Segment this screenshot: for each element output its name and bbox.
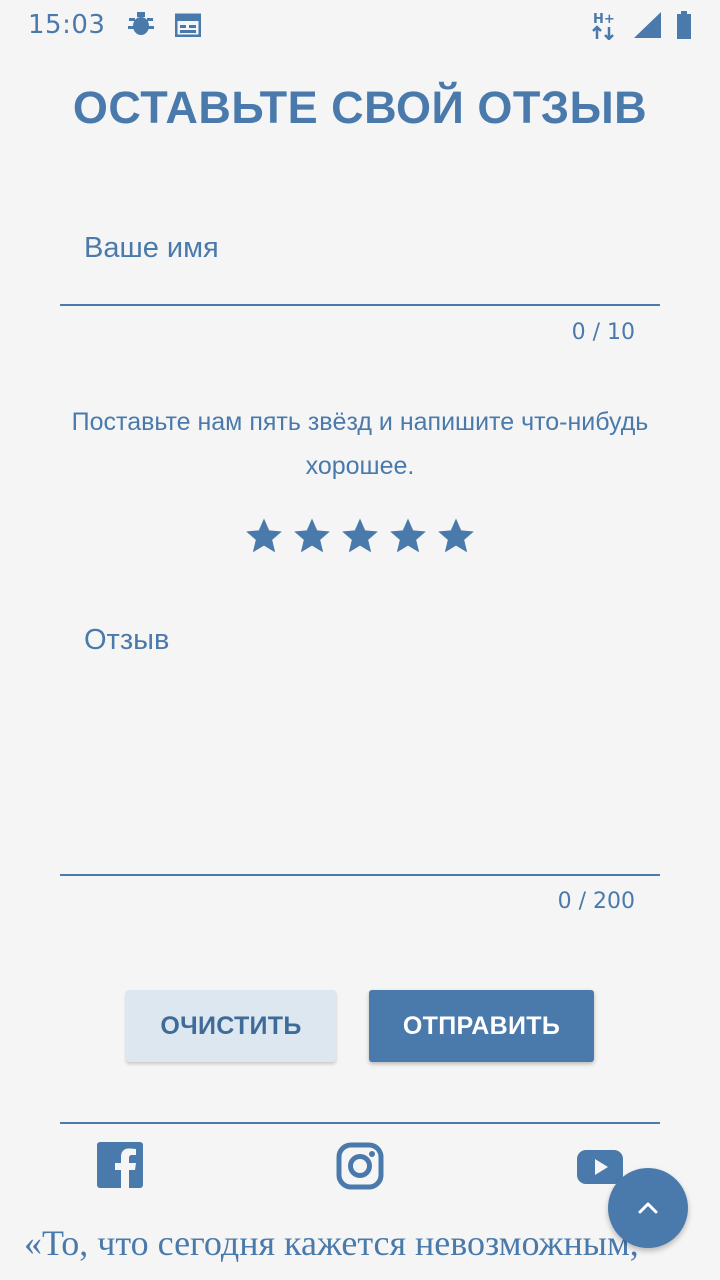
name-char-counter: 0 / 10	[571, 320, 635, 345]
facebook-icon[interactable]	[97, 1142, 143, 1188]
page-title: ОСТАВЬТЕ СВОЙ ОТЗЫВ	[72, 82, 648, 133]
star-icon[interactable]	[244, 516, 284, 556]
bug-icon	[127, 12, 155, 38]
chevron-up-icon	[636, 1200, 660, 1216]
svg-text:H+: H+	[593, 12, 615, 27]
name-field-label: Ваше имя	[84, 232, 219, 264]
review-char-counter: 0 / 200	[557, 889, 635, 914]
calendar-icon	[175, 13, 202, 37]
star-icon[interactable]	[436, 516, 476, 556]
status-bar: 15:03 H+	[0, 0, 720, 50]
quote-text: «То, что сегодня кажется невозможным,	[24, 1223, 639, 1263]
scroll-top-button[interactable]	[608, 1168, 688, 1248]
footer-divider	[60, 1122, 660, 1124]
review-screen: 15:03 H+ ОСТАВЬТЕ СВОЙ ОТЗЫВ Ваше имя 0 …	[0, 0, 720, 1280]
review-field-label: Отзыв	[84, 624, 170, 656]
star-icon[interactable]	[388, 516, 428, 556]
rating-prompt: Поставьте нам пять звёзд и напишите что-…	[71, 408, 649, 480]
review-field[interactable]: Отзыв	[60, 600, 660, 876]
network-hplus-icon: H+	[592, 10, 618, 40]
star-icon[interactable]	[340, 516, 380, 556]
clear-button[interactable]: ОЧИСТИТЬ	[126, 990, 336, 1062]
star-rating[interactable]	[0, 516, 720, 556]
signal-icon	[632, 11, 662, 39]
star-icon[interactable]	[292, 516, 332, 556]
submit-button[interactable]: ОТПРАВИТЬ	[369, 990, 594, 1062]
instagram-icon[interactable]	[336, 1142, 384, 1190]
name-field[interactable]: Ваше имя	[60, 210, 660, 306]
youtube-icon[interactable]	[577, 1150, 623, 1184]
status-time: 15:03	[28, 10, 106, 40]
battery-icon	[676, 11, 692, 39]
